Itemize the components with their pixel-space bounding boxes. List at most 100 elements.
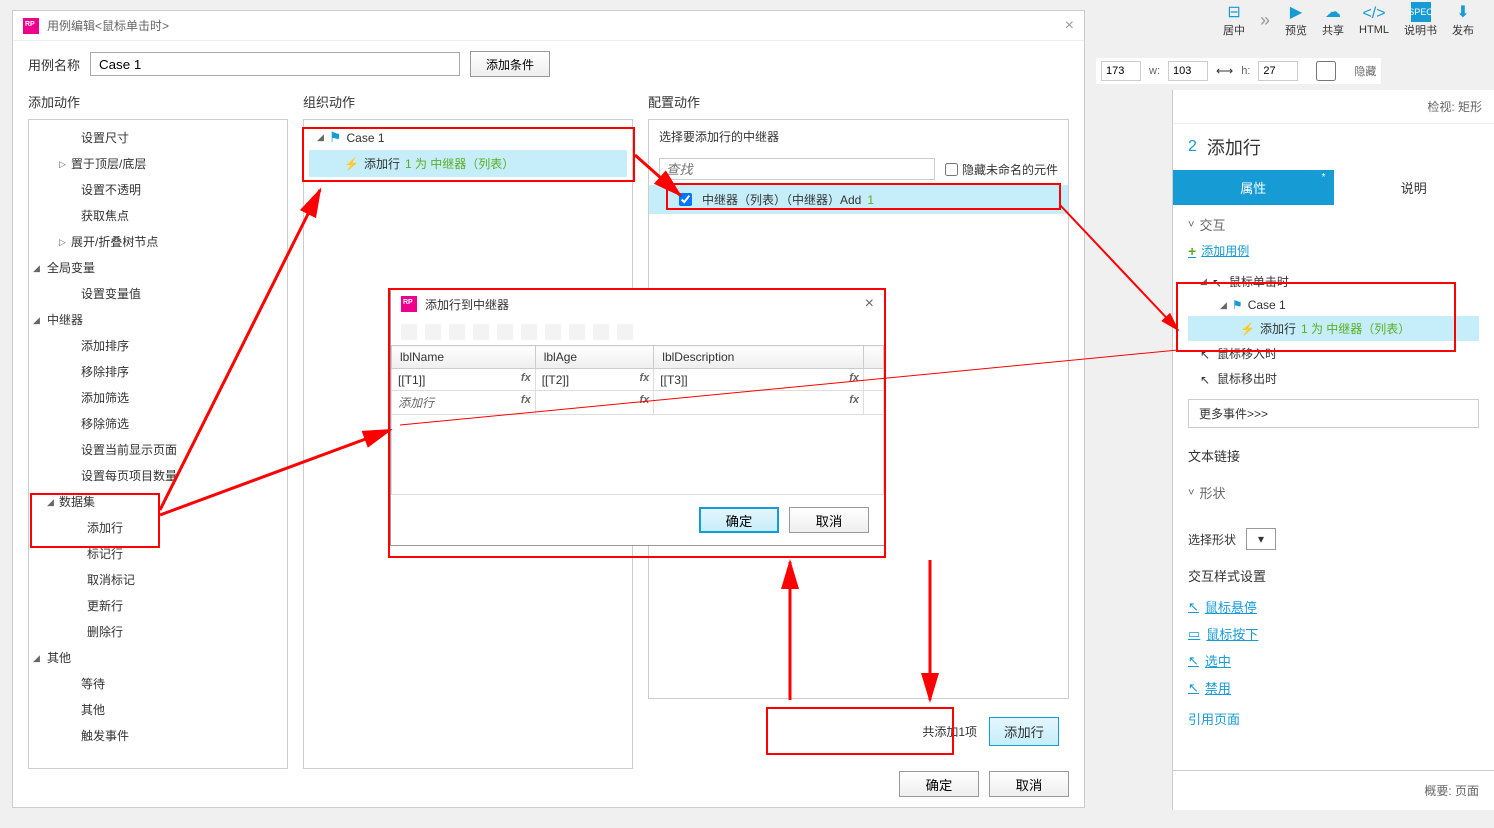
action-add-row[interactable]: 添加行 <box>29 515 287 541</box>
manual-btn[interactable]: SPEC 说明书 <box>1404 2 1437 38</box>
select-shape-label: 选择形状 <box>1188 531 1236 548</box>
val-173-input[interactable] <box>1101 61 1141 81</box>
h-input[interactable] <box>1258 61 1298 81</box>
center-btn[interactable]: ⊟ 居中 <box>1223 2 1245 38</box>
action-add-filter[interactable]: 添加筛选 <box>29 385 287 411</box>
dialog-cancel-button[interactable]: 取消 <box>989 771 1069 797</box>
sub-tb-4[interactable] <box>473 324 489 340</box>
case-item[interactable]: ◢ ⚑ Case 1 <box>1188 294 1479 316</box>
add-summary-text: 共添加1项 <box>922 723 977 740</box>
action-remove-filter[interactable]: 移除筛选 <box>29 411 287 437</box>
action-wait[interactable]: 等待 <box>29 671 287 697</box>
html-label: HTML <box>1359 24 1389 36</box>
section-dataset[interactable]: ◢数据集 <box>29 489 287 515</box>
section-other[interactable]: 其他 <box>29 645 287 671</box>
action-add-sort[interactable]: 添加排序 <box>29 333 287 359</box>
share-btn[interactable]: ☁ 共享 <box>1322 2 1344 38</box>
section-interaction[interactable]: 交互 <box>1188 215 1479 234</box>
selected-link[interactable]: ↖选中 <box>1188 647 1479 674</box>
sub-tb-1[interactable] <box>401 324 417 340</box>
shape-selector[interactable]: ▾ <box>1246 528 1276 550</box>
action-remove-sort[interactable]: 移除排序 <box>29 359 287 385</box>
sub-close-icon[interactable]: × <box>865 295 874 313</box>
hover-link[interactable]: ↖鼠标悬停 <box>1188 593 1479 620</box>
col-lblname[interactable]: lblName <box>392 346 536 369</box>
w-input[interactable] <box>1168 61 1208 81</box>
sub-tb-3[interactable] <box>449 324 465 340</box>
hide-unnamed-label: 隐藏未命名的元件 <box>962 161 1058 178</box>
sub-tb-7[interactable] <box>545 324 561 340</box>
col-lbldescription[interactable]: lblDescription <box>654 346 864 369</box>
add-condition-button[interactable]: 添加条件 <box>470 51 550 77</box>
action-other[interactable]: 其他 <box>29 697 287 723</box>
event-mouse-out[interactable]: 鼠标移出时 <box>1188 366 1479 391</box>
action-set-items-per-page[interactable]: 设置每页项目数量 <box>29 463 287 489</box>
dialog-ok-button[interactable]: 确定 <box>899 771 979 797</box>
mousedown-link[interactable]: ▭鼠标按下 <box>1188 620 1479 647</box>
repeater-count: 1 <box>867 193 874 207</box>
sub-tb-5[interactable] <box>497 324 513 340</box>
widget-number: 2 <box>1188 138 1197 156</box>
section-shape[interactable]: 形状 <box>1188 483 1479 502</box>
action-expand-collapse[interactable]: 展开/折叠树节点 <box>29 229 287 255</box>
link-icon[interactable]: ⟷ <box>1216 64 1233 78</box>
case-action-row[interactable]: ⚡ 添加行 1 为 中继器（列表） <box>309 150 627 177</box>
search-input[interactable] <box>659 158 935 180</box>
widget-title[interactable]: 添加行 <box>1207 134 1261 160</box>
disabled-link[interactable]: ↖禁用 <box>1188 674 1479 701</box>
html-btn[interactable]: </> HTML <box>1359 4 1389 36</box>
tab-properties[interactable]: 属性 <box>1173 170 1334 205</box>
case-name-text: Case 1 <box>346 131 384 145</box>
more-events-button[interactable]: 更多事件>>> <box>1188 399 1479 428</box>
more-icon[interactable]: » <box>1260 10 1270 31</box>
col-lblage[interactable]: lblAge <box>535 346 654 369</box>
action-raise-event[interactable]: 触发事件 <box>29 723 287 749</box>
cursor-icon: ↖ <box>1188 599 1199 615</box>
cursor-icon <box>1200 373 1212 385</box>
repeater-checkbox[interactable] <box>679 193 692 206</box>
sub-tb-9[interactable] <box>593 324 609 340</box>
table-row[interactable]: 添加行fx fx fx <box>392 391 884 415</box>
event-mouse-click[interactable]: ◢ 鼠标单击时 <box>1188 269 1479 294</box>
sub-ok-button[interactable]: 确定 <box>699 507 779 533</box>
action-delete-row[interactable]: 删除行 <box>29 619 287 645</box>
sub-tb-2[interactable] <box>425 324 441 340</box>
action-set-opacity[interactable]: 设置不透明 <box>29 177 287 203</box>
sub-tb-8[interactable] <box>569 324 585 340</box>
cloud-icon: ☁ <box>1323 2 1343 22</box>
case-name-input[interactable] <box>90 52 460 76</box>
publish-btn[interactable]: ⬇ 发布 <box>1452 2 1474 38</box>
center-icon: ⊟ <box>1224 2 1244 22</box>
sub-tb-10[interactable] <box>617 324 633 340</box>
add-row-button[interactable]: 添加行 <box>989 717 1059 746</box>
hidden-checkbox[interactable] <box>1306 61 1346 81</box>
add-case-link[interactable]: 添加用例 <box>1188 242 1479 259</box>
close-icon[interactable]: × <box>1065 17 1074 35</box>
repeater-item[interactable]: 中继器（列表）（中继器）Add 1 <box>649 185 1068 214</box>
action-set-layer[interactable]: 置于顶层/底层 <box>29 151 287 177</box>
case-header[interactable]: ◢ ⚑ Case 1 <box>309 125 627 150</box>
action-get-focus[interactable]: 获取焦点 <box>29 203 287 229</box>
share-label: 共享 <box>1322 22 1344 38</box>
action-item[interactable]: ⚡ 添加行 1 为 中继器（列表） <box>1188 316 1479 341</box>
hide-unnamed-checkbox[interactable] <box>945 163 958 176</box>
action-set-size[interactable]: 设置尺寸 <box>29 125 287 151</box>
case-action-text2: 1 为 中继器（列表） <box>405 155 514 172</box>
dialog-title: 用例编辑<鼠标单击时> <box>47 17 169 34</box>
tab-description[interactable]: 说明 <box>1334 170 1494 205</box>
cursor-icon: ↖ <box>1188 653 1199 669</box>
hidden-label: 隐藏 <box>1354 63 1376 79</box>
sub-cancel-button[interactable]: 取消 <box>789 507 869 533</box>
repeater-item-text: 中继器（列表）（中继器）Add <box>702 191 861 208</box>
action-unmark-row[interactable]: 取消标记 <box>29 567 287 593</box>
section-repeater[interactable]: 中继器 <box>29 307 287 333</box>
action-set-var[interactable]: 设置变量值 <box>29 281 287 307</box>
sub-tb-6[interactable] <box>521 324 537 340</box>
action-set-current-page[interactable]: 设置当前显示页面 <box>29 437 287 463</box>
event-mouse-in[interactable]: 鼠标移入时 <box>1188 341 1479 366</box>
section-global-var[interactable]: 全局变量 <box>29 255 287 281</box>
action-mark-row[interactable]: 标记行 <box>29 541 287 567</box>
preview-btn[interactable]: ▶ 预览 <box>1285 2 1307 38</box>
action-update-row[interactable]: 更新行 <box>29 593 287 619</box>
table-row[interactable]: [[T1]]fx [[T2]]fx [[T3]]fx <box>392 369 884 391</box>
